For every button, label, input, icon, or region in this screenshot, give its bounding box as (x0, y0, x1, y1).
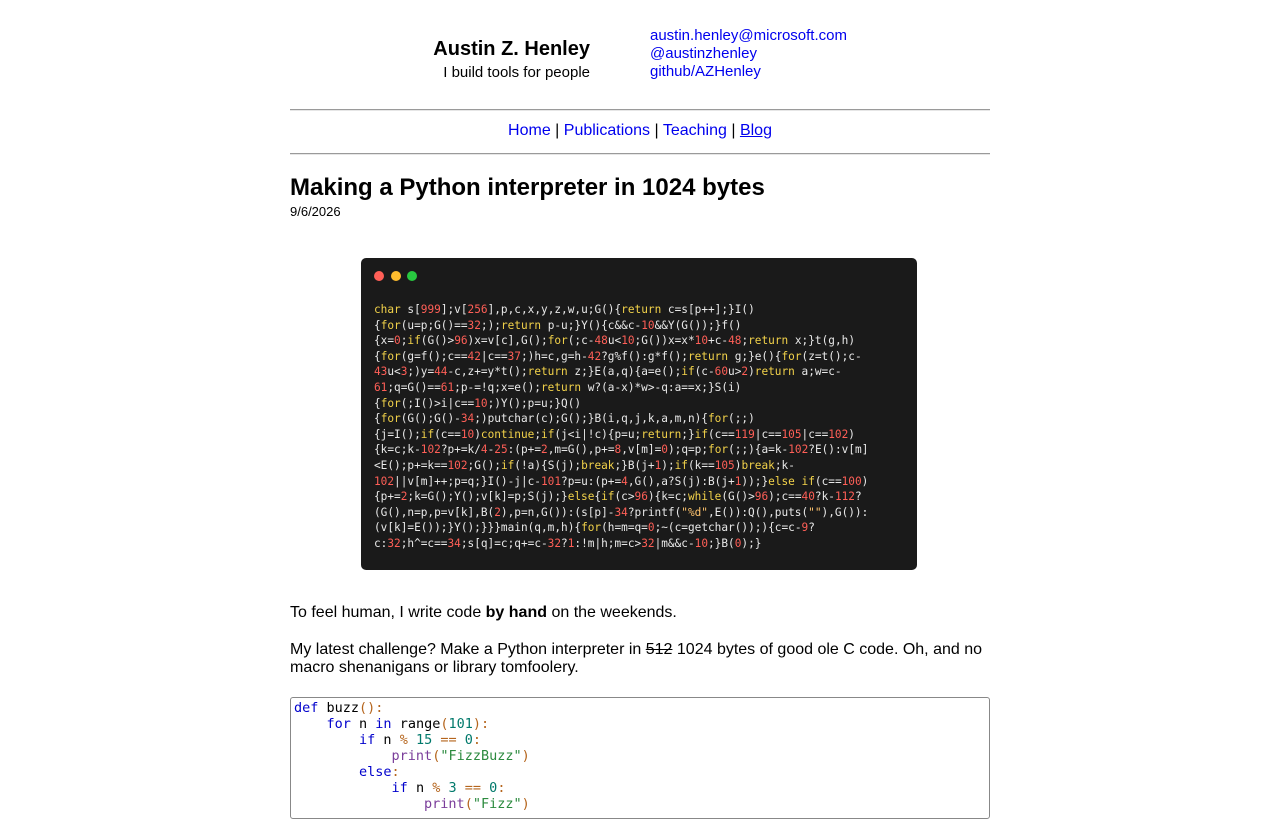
challenge-struck-number: 512 (645, 641, 673, 658)
site-header-identity: Austin Z. Henley I build tools for peopl… (290, 36, 590, 84)
python-code-block[interactable]: def buzz(): for n in range(101): if n % … (290, 697, 990, 819)
nav-divider (290, 153, 990, 155)
nav-home-link[interactable]: Home (508, 122, 551, 139)
top-divider (290, 109, 990, 111)
window-maximize-dot (407, 271, 417, 281)
intro-text-1: To feel human, I write code (290, 604, 486, 621)
nav-separator: | (555, 122, 560, 139)
window-minimize-dot (391, 271, 401, 281)
fizzbuzz-code: def buzz(): for n in range(101): if n % … (294, 700, 530, 812)
nav-separator: | (731, 122, 736, 139)
github-link[interactable]: github/AZHenley (650, 63, 847, 81)
twitter-link[interactable]: @austinzhenley (650, 45, 847, 63)
intro-paragraph: To feel human, I write code by hand on t… (290, 604, 990, 622)
challenge-text-1: My latest challenge? Make a Python inter… (290, 641, 646, 658)
author-name: Austin Z. Henley (433, 38, 590, 60)
contact-links: austin.henley@microsoft.com @austinzhenl… (650, 27, 847, 81)
main-nav: Home | Publications | Teaching | Blog (290, 121, 990, 141)
author-tagline: I build tools for people (443, 64, 590, 81)
post-date: 9/6/2026 (290, 204, 341, 219)
email-link[interactable]: austin.henley@microsoft.com (650, 27, 847, 45)
nav-blog-link[interactable]: Blog (740, 122, 772, 139)
nav-teaching-link[interactable]: Teaching (663, 122, 727, 139)
code-screenshot-image: char s[999];v[256],p,c,x,y,z,w,u;G(){ret… (361, 258, 917, 570)
nav-separator: | (654, 122, 659, 139)
intro-bold-text: by hand (485, 604, 547, 621)
window-close-dot (374, 271, 384, 281)
nav-publications-link[interactable]: Publications (564, 122, 650, 139)
minified-c-source: char s[999];v[256],p,c,x,y,z,w,u;G(){ret… (374, 303, 869, 550)
post-title: Making a Python interpreter in 1024 byte… (290, 174, 765, 201)
challenge-paragraph: My latest challenge? Make a Python inter… (290, 641, 990, 677)
intro-text-2: on the weekends. (547, 604, 677, 621)
